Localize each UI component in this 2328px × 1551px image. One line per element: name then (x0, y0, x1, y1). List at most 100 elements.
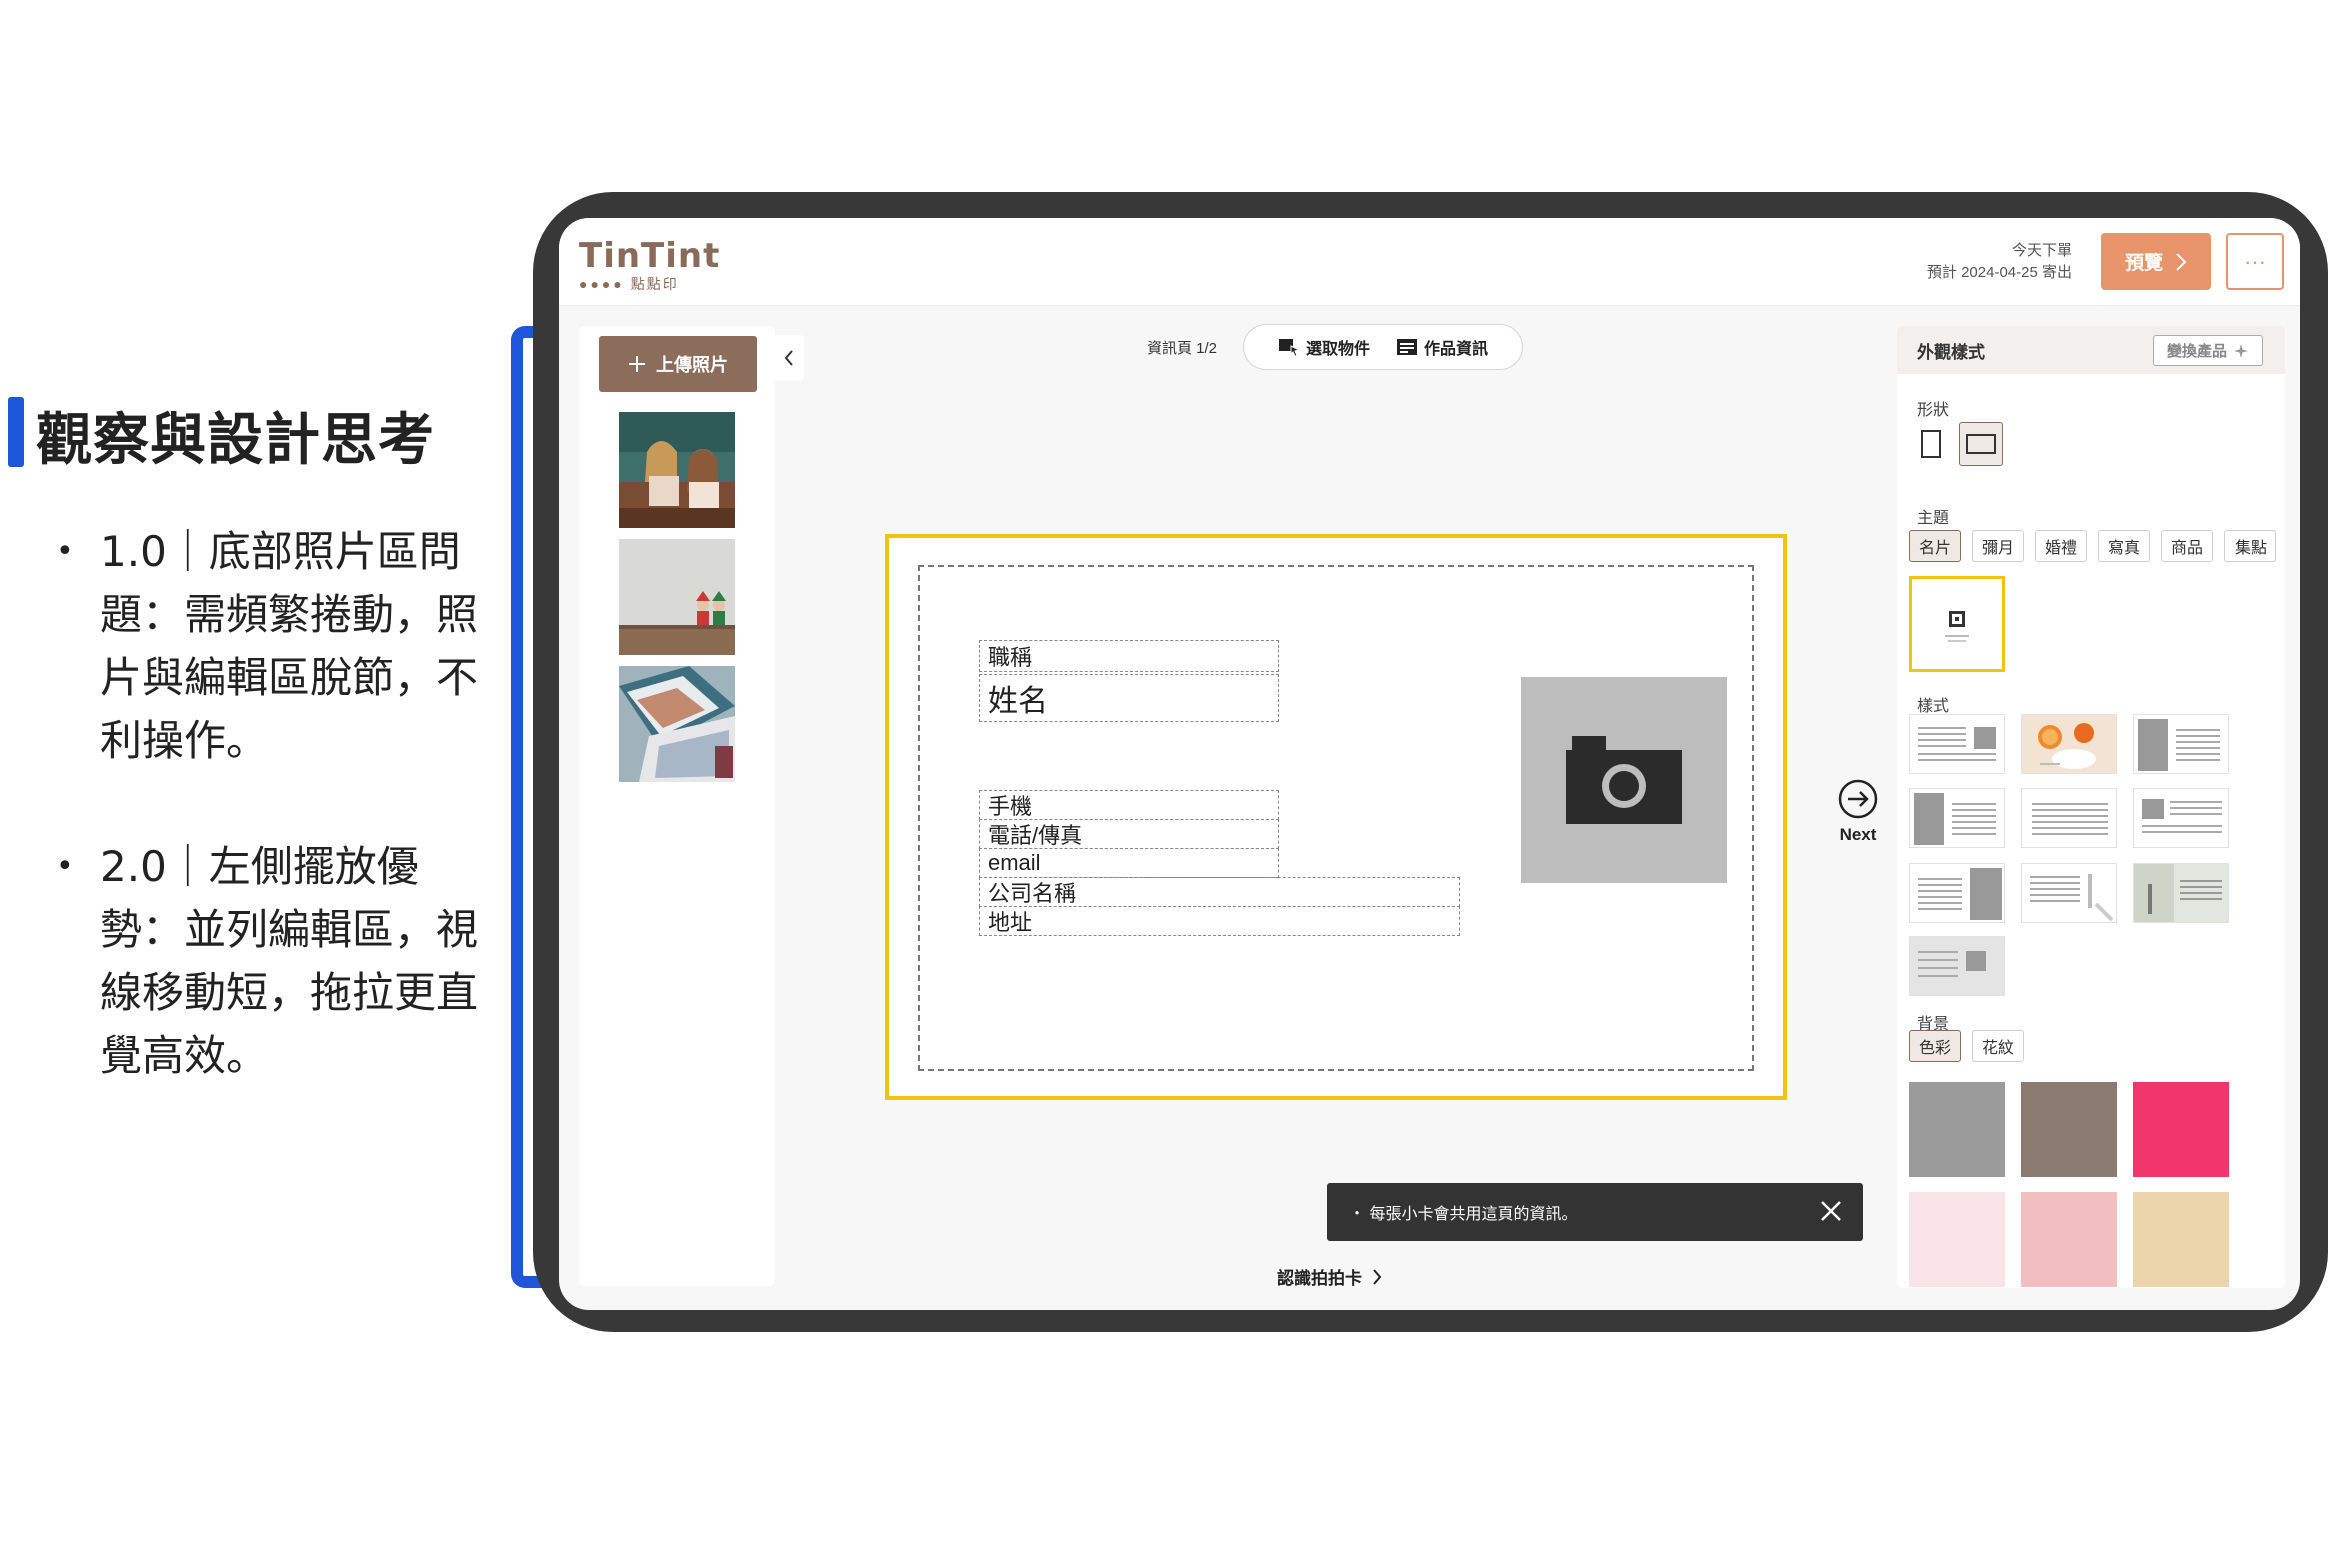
logo-subtext: ●●●● 點點印 (579, 274, 719, 294)
annotation-panel: 觀察與設計思考 1.0｜底部照片區問題：需頻繁捲動，照片與編輯區脫節，不利操作。… (0, 0, 571, 1551)
name-field[interactable]: 姓名 (979, 674, 1279, 722)
photo-placeholder[interactable] (1521, 677, 1727, 883)
arrow-right-circle-icon (1838, 779, 1878, 819)
ship-order-today: 今天下單 (2011, 242, 2072, 259)
top-bar: TinTint ●●●● 點點印 今天下單 預計 2024-04-25 寄出 預… (559, 218, 2300, 306)
safe-area: 職稱 姓名 手機 電話/傳真 email 公司名稱 地址 (918, 565, 1754, 1071)
style-tile[interactable] (1909, 788, 2005, 848)
bg-swatch[interactable] (1909, 1082, 2005, 1177)
toast-text: ・ 每張小卡會共用這頁的資訊。 (1349, 1206, 1578, 1223)
next-button[interactable]: Next (1833, 778, 1883, 845)
more-icon: ··· (2244, 248, 2266, 274)
swap-product-button[interactable]: 變換產品 (2153, 335, 2263, 366)
style-tile[interactable] (2021, 788, 2117, 848)
style-preview (1914, 793, 1996, 845)
style-preview (2022, 715, 2116, 773)
company-field[interactable]: 公司名稱 (979, 877, 1460, 907)
camera-icon (1566, 736, 1682, 824)
upload-photo-button[interactable]: 上傳照片 (599, 336, 757, 392)
photo-thumbnail[interactable] (619, 666, 735, 782)
annotation-bullet: 1.0｜底部照片區問題：需頻繁捲動，照片與編輯區脫節，不利操作。 (56, 520, 496, 772)
logo-text: TinTint (579, 236, 721, 276)
shape-label: 形狀 (1917, 402, 1950, 419)
theme-tag-label: 寫真 (2107, 540, 2140, 557)
chevron-left-icon (784, 350, 793, 366)
editor-toolbar: 選取物件 作品資訊 (1243, 324, 1523, 370)
panel-title: 外觀樣式 (1917, 342, 1985, 362)
bg-tab-label: 花紋 (1981, 1040, 2014, 1057)
style-preview (2030, 874, 2114, 922)
theme-tag-label: 集點 (2235, 540, 2268, 557)
theme-tag-business[interactable]: 名片 (1909, 530, 1961, 562)
theme-tag-label: 婚禮 (2044, 540, 2077, 557)
theme-tag-portrait[interactable]: 寫真 (2098, 530, 2150, 562)
title-accent-bar (8, 397, 24, 467)
style-preview (2032, 803, 2108, 835)
theme-tag-baby[interactable]: 彌月 (1972, 530, 2024, 562)
work-info-button[interactable]: 作品資訊 (1396, 335, 1488, 359)
template-preview (1945, 611, 1969, 642)
bg-swatch[interactable] (2133, 1192, 2229, 1287)
panel-header: 外觀樣式 變換產品 (1897, 326, 2285, 374)
logo[interactable]: TinTint ●●●● 點點印 (579, 238, 719, 292)
email-field-text: email (988, 850, 1041, 875)
style-preview (2142, 799, 2222, 833)
info-toast: ・ 每張小卡會共用這頁的資訊。 (1327, 1183, 1863, 1241)
page-indicator: 資訊頁 1/2 (1147, 340, 1218, 357)
style-tile[interactable] (1909, 714, 2005, 774)
shape-portrait-button[interactable] (1909, 422, 1953, 466)
email-field[interactable]: email (979, 848, 1279, 878)
style-preview (1910, 937, 2004, 995)
close-toast-button[interactable] (1817, 1197, 1845, 1225)
address-field[interactable]: 地址 (979, 906, 1460, 936)
style-tile[interactable] (2133, 863, 2229, 923)
learn-card-link[interactable]: 認識拍拍卡 (1277, 1264, 1382, 1289)
shipping-info: 今天下單 預計 2024-04-25 寄出 (1927, 240, 2072, 284)
appearance-panel: 外觀樣式 變換產品 形狀 主題 名片 彌月 婚禮 寫真 商品 集點 樣式 背景 … (1897, 326, 2285, 1288)
mobile-field[interactable]: 手機 (979, 790, 1279, 820)
landscape-shape-icon (1966, 434, 1996, 454)
title-field-text: 職稱 (988, 645, 1033, 670)
theme-template-selected[interactable] (1909, 576, 2005, 672)
bg-swatch[interactable] (2021, 1082, 2117, 1177)
style-label: 樣式 (1917, 698, 1950, 715)
style-tile[interactable] (1909, 936, 2005, 996)
photo-panel: 上傳照片 (579, 326, 775, 1286)
style-tile[interactable] (2133, 788, 2229, 848)
plus-icon (629, 356, 645, 372)
photo-photobook (619, 666, 735, 782)
style-tile[interactable] (2021, 863, 2117, 923)
theme-tag-product[interactable]: 商品 (2161, 530, 2213, 562)
logo-sub-label: 點點印 (630, 276, 679, 292)
bg-swatch[interactable] (1909, 1192, 2005, 1287)
theme-tag-stamp[interactable]: 集點 (2224, 530, 2276, 562)
upload-label: 上傳照片 (656, 355, 728, 375)
photo-thumbnail[interactable] (619, 412, 735, 528)
bg-tab-color[interactable]: 色彩 (1909, 1030, 1961, 1062)
learn-card-label: 認識拍拍卡 (1277, 1269, 1362, 1288)
bg-swatch[interactable] (2021, 1192, 2117, 1287)
phone-fax-field[interactable]: 電話/傳真 (979, 819, 1279, 849)
card-canvas[interactable]: 職稱 姓名 手機 電話/傳真 email 公司名稱 地址 (885, 534, 1787, 1100)
photo-thumbnail[interactable] (619, 539, 735, 655)
bg-tab-pattern[interactable]: 花紋 (1972, 1030, 2024, 1062)
bg-swatch[interactable] (2133, 1082, 2229, 1177)
photo-figurines (619, 539, 735, 655)
theme-tag-label: 名片 (1918, 540, 1951, 557)
theme-tag-wedding[interactable]: 婚禮 (2035, 530, 2087, 562)
more-button[interactable]: ··· (2226, 233, 2284, 290)
work-info-label: 作品資訊 (1424, 341, 1489, 358)
collapse-panel-button[interactable] (774, 335, 804, 381)
style-tile[interactable] (2021, 714, 2117, 774)
bg-tab-label: 色彩 (1918, 1040, 1951, 1057)
select-object-button[interactable]: 選取物件 (1278, 335, 1370, 359)
title-field[interactable]: 職稱 (979, 640, 1279, 672)
style-tile[interactable] (2133, 714, 2229, 774)
ship-date: 預計 2024-04-25 寄出 (1926, 264, 2072, 281)
preview-button[interactable]: 預覽 (2101, 233, 2211, 290)
style-tile[interactable] (1909, 863, 2005, 923)
sparkle-icon (2234, 343, 2248, 358)
shape-landscape-button[interactable] (1959, 422, 2003, 466)
name-field-text: 姓名 (988, 685, 1048, 718)
document-info-icon (1397, 339, 1417, 355)
